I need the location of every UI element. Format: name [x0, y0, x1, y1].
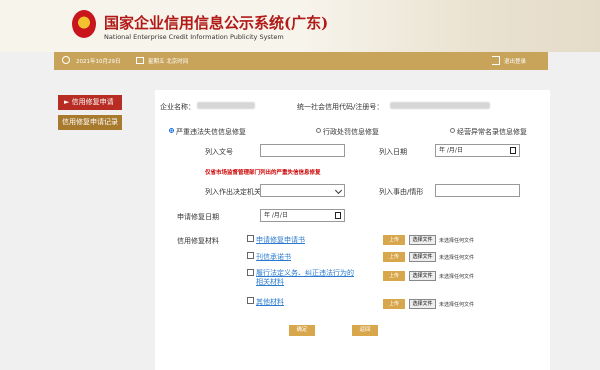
material-checkbox[interactable]	[247, 235, 254, 242]
notice-text: 仅省市场监督管理部门列出的严重失信信息修复	[205, 170, 321, 176]
repair-date-placeholder: 年 /月/日	[264, 212, 288, 219]
radio-admin-penalty-label: 行政处罚信息修复	[323, 128, 379, 136]
materials-label: 信用修复材料	[177, 237, 219, 245]
upload-button[interactable]: 上传	[383, 271, 405, 281]
repair-date-input[interactable]: 年 /月/日	[260, 209, 345, 222]
calendar-icon	[136, 57, 144, 64]
calendar-icon[interactable]	[510, 147, 516, 154]
date-in-input[interactable]: 年 /月/日	[435, 144, 520, 157]
national-emblem-icon	[72, 10, 96, 38]
chevron-down-icon	[334, 186, 343, 195]
authority-select[interactable]	[260, 184, 345, 197]
repair-form-panel: 企业名称： 统一社会信用代码/注册号： 严重违法失信信息修复 行政处罚信息修复 …	[155, 90, 550, 370]
repair-date-label: 申请修复日期	[177, 213, 219, 221]
material-checkbox[interactable]	[247, 269, 254, 276]
date-in-label: 列入日期	[379, 148, 407, 156]
upload-button[interactable]: 上传	[383, 235, 405, 245]
credit-code-value	[390, 102, 490, 109]
site-title: 国家企业信用信息公示系统(广东)	[104, 14, 329, 32]
upload-button[interactable]: 上传	[383, 252, 405, 262]
file-status: 未选择任何文件	[439, 274, 475, 280]
credit-code-label: 统一社会信用代码/注册号：	[297, 103, 384, 111]
choose-file-button[interactable]: 选择文件	[409, 299, 436, 309]
upload-button[interactable]: 上传	[383, 299, 405, 309]
logout-link[interactable]: 退出登录	[504, 57, 526, 65]
sidebar-item-repair-records[interactable]: 信用修复申请记录	[58, 115, 122, 130]
site-header: 国家企业信用信息公示系统(广东) National Enterprise Cre…	[0, 0, 600, 52]
material-checkbox[interactable]	[247, 297, 254, 304]
radio-admin-penalty[interactable]	[316, 128, 321, 133]
radio-abnormal-list-label: 经营异常名录信息修复	[457, 128, 527, 136]
material-link-other[interactable]: 其他材料	[256, 297, 284, 307]
radio-serious-violation-label: 严重违法失信信息修复	[176, 128, 246, 136]
site-subtitle: National Enterprise Credit Information P…	[104, 33, 284, 41]
doc-no-input[interactable]	[260, 144, 345, 157]
choose-file-button[interactable]: 选择文件	[409, 271, 436, 281]
reason-input[interactable]	[435, 184, 520, 197]
reason-label: 列入事由/情形	[379, 188, 424, 196]
file-status: 未选择任何文件	[439, 302, 475, 308]
clock-icon	[62, 56, 70, 64]
radio-abnormal-list[interactable]	[450, 128, 455, 133]
info-bar: 2021年10月29日 星期五 北京时间 退出登录	[54, 52, 548, 70]
confirm-button[interactable]: 确定	[289, 325, 315, 336]
logout-icon[interactable]	[492, 56, 500, 65]
back-button[interactable]: 返回	[352, 325, 378, 336]
authority-label: 列入作出决定机关	[205, 188, 261, 196]
material-link-application[interactable]: 申请修复申请书	[256, 235, 305, 245]
material-checkbox[interactable]	[247, 252, 254, 259]
date-in-placeholder: 年 /月/日	[439, 147, 463, 154]
file-status: 未选择任何文件	[439, 238, 475, 244]
company-name-value	[197, 102, 255, 109]
header-background	[300, 0, 600, 52]
sidebar-item-repair-apply[interactable]: ► 信用修复申请	[58, 95, 122, 110]
doc-no-label: 列入文号	[205, 148, 233, 156]
material-link-promise[interactable]: 刊信承诺书	[256, 252, 291, 262]
company-name-label: 企业名称：	[160, 103, 195, 111]
file-status: 未选择任何文件	[439, 255, 475, 261]
choose-file-button[interactable]: 选择文件	[409, 235, 436, 245]
choose-file-button[interactable]: 选择文件	[409, 252, 436, 262]
material-link-obligation[interactable]: 履行法定义务、纠正违法行为的相关材料	[256, 269, 356, 287]
current-time: 星期五 北京时间	[148, 59, 189, 65]
current-date: 2021年10月29日	[76, 59, 121, 65]
radio-serious-violation[interactable]	[169, 128, 174, 133]
calendar-icon[interactable]	[335, 212, 341, 219]
